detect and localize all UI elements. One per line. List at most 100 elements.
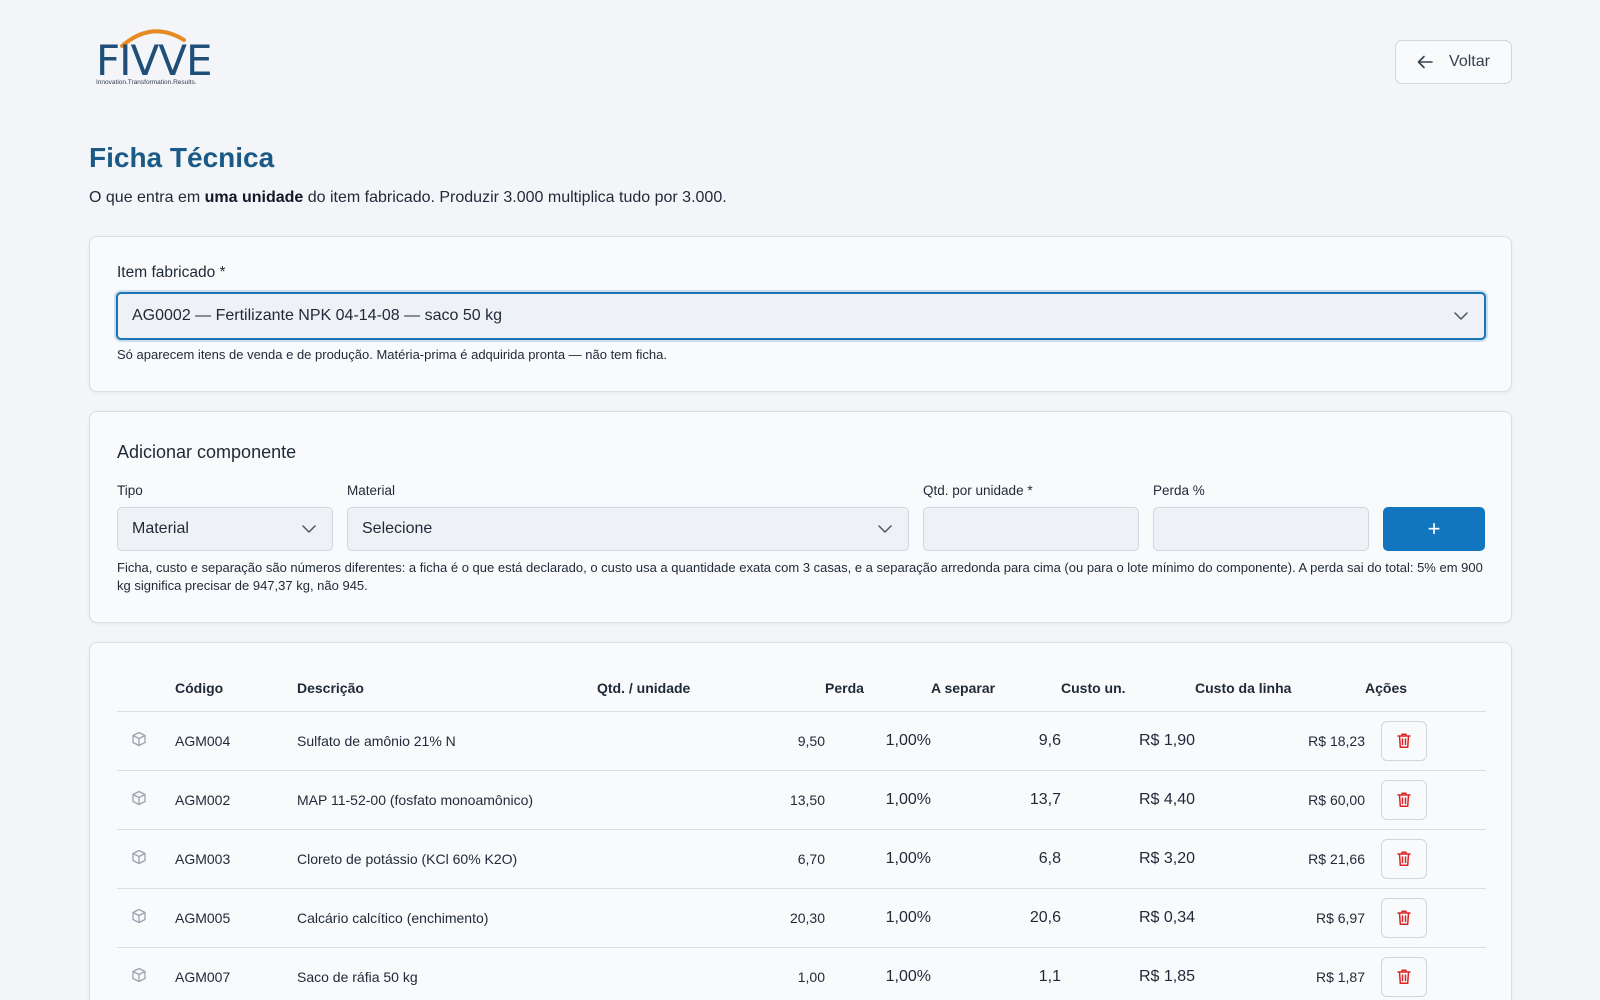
page-title: Ficha Técnica [89, 142, 275, 173]
cell-custo-linha: R$ 60,00 [1195, 770, 1365, 830]
delete-row-button[interactable] [1381, 956, 1427, 997]
chevron-down-icon [1454, 312, 1468, 320]
cell-qtd: 6,70 [597, 829, 825, 889]
cell-perda: 1,00% [825, 711, 931, 771]
logo-text: FIVVE [96, 36, 213, 85]
cell-separar: 9,6 [931, 711, 1061, 771]
cell-custo-linha: R$ 6,97 [1195, 888, 1365, 948]
col-icon [117, 665, 175, 712]
tipo-label: Tipo [117, 483, 143, 498]
item-select-card: Item fabricado * AG0002 — Fertilizante N… [89, 236, 1512, 392]
cell-codigo: AGM002 [175, 770, 297, 830]
cell-custo-linha: R$ 21,66 [1195, 829, 1365, 889]
cell-acoes [1365, 829, 1486, 889]
col-custo-linha[interactable]: Custo da linha [1195, 665, 1365, 712]
cell-qtd: 13,50 [597, 770, 825, 830]
chevron-down-icon [878, 525, 892, 533]
add-component-button[interactable]: + [1383, 507, 1485, 551]
cell-separar: 6,8 [931, 829, 1061, 889]
material-select[interactable]: Selecione [347, 507, 909, 551]
cell-separar: 1,1 [931, 947, 1061, 1000]
cell-custo-un: R$ 1,90 [1061, 711, 1195, 771]
add-component-card: Adicionar componente Tipo Material Mater… [89, 411, 1512, 623]
trash-icon [1396, 791, 1412, 808]
table-header-row: Código Descrição Qtd. / unidade Perda A … [117, 665, 1486, 712]
cell-custo-un: R$ 1,85 [1061, 947, 1195, 1000]
components-table: Código Descrição Qtd. / unidade Perda A … [117, 665, 1486, 1000]
table-row[interactable]: AGM004 Sulfato de amônio 21% N 9,50 1,00% 9,… [117, 711, 1486, 771]
item-select-label: Item fabricado * [117, 264, 226, 281]
delete-row-button[interactable] [1381, 720, 1427, 761]
cell-descricao: Cloreto de potássio (KCl 60% K2O) [297, 829, 597, 889]
cell-perda: 1,00% [825, 829, 931, 889]
material-label: Material [347, 483, 396, 498]
col-codigo[interactable]: Código [175, 665, 297, 712]
box-icon [131, 790, 147, 809]
perda-label: Perda % [1153, 483, 1205, 498]
trash-icon [1396, 850, 1412, 867]
qtd-input[interactable] [923, 507, 1139, 551]
cell-acoes [1365, 711, 1486, 771]
cell-codigo: AGM004 [175, 711, 297, 771]
cell-descricao: Sulfato de amônio 21% N [297, 711, 597, 771]
trash-icon [1396, 732, 1412, 749]
table-row[interactable]: AGM003 Cloreto de potássio (KCl 60% K2O) 6… [117, 829, 1486, 889]
brand-logo: FIVVE Innovation.Transformation.Results. [94, 26, 214, 90]
tipo-select[interactable]: Material [117, 507, 333, 551]
cell-custo-linha: R$ 1,87 [1195, 947, 1365, 1000]
cell-acoes [1365, 947, 1486, 1000]
box-icon [131, 908, 147, 927]
chevron-down-icon [302, 525, 316, 533]
cell-codigo: AGM003 [175, 829, 297, 889]
cell-perda: 1,00% [825, 947, 931, 1000]
delete-row-button[interactable] [1381, 838, 1427, 879]
item-select-hint: Só aparecem itens de venda e de produção… [117, 347, 667, 362]
col-perda[interactable]: Perda [825, 665, 931, 712]
cell-qtd: 9,50 [597, 711, 825, 771]
box-icon [131, 967, 147, 986]
page-subtitle: O que entra em uma unidade do item fabri… [89, 189, 727, 206]
delete-row-button[interactable] [1381, 779, 1427, 820]
back-button[interactable]: Voltar [1395, 40, 1512, 84]
cell-perda: 1,00% [825, 888, 931, 948]
back-button-label: Voltar [1449, 53, 1490, 70]
cell-perda: 1,00% [825, 770, 931, 830]
delete-row-button[interactable] [1381, 897, 1427, 938]
item-select[interactable]: AG0002 — Fertilizante NPK 04-14-08 — sac… [116, 292, 1486, 340]
cell-separar: 20,6 [931, 888, 1061, 948]
cell-custo-un: R$ 3,20 [1061, 829, 1195, 889]
cell-qtd: 20,30 [597, 888, 825, 948]
perda-input[interactable] [1153, 507, 1369, 551]
subtitle-emphasis: uma unidade [204, 189, 304, 206]
col-acoes: Ações [1365, 665, 1486, 712]
cell-separar: 13,7 [931, 770, 1061, 830]
table-row[interactable]: AGM007 Saco de ráfia 50 kg 1,00 1,00% 1,1 R$ … [117, 947, 1486, 1000]
qtd-label: Qtd. por unidade * [923, 483, 1033, 498]
col-qtd[interactable]: Qtd. / unidade [597, 665, 825, 712]
table-row[interactable]: AGM002 MAP 11-52-00 (fosfato monoamônico)… [117, 770, 1486, 830]
components-table-card: Código Descrição Qtd. / unidade Perda A … [89, 642, 1512, 1000]
table-row[interactable]: AGM005 Calcário calcítico (enchimento) 20,… [117, 888, 1486, 948]
cell-descricao: MAP 11-52-00 (fosfato monoamônico) [297, 770, 597, 830]
trash-icon [1396, 968, 1412, 985]
cell-codigo: AGM005 [175, 888, 297, 948]
cell-acoes [1365, 888, 1486, 948]
box-icon [131, 849, 147, 868]
cell-acoes [1365, 770, 1486, 830]
logo-tagline: Innovation.Transformation.Results. [96, 79, 197, 86]
item-select-value: AG0002 — Fertilizante NPK 04-14-08 — sac… [132, 307, 502, 324]
box-icon [131, 731, 147, 750]
cell-custo-un: R$ 0,34 [1061, 888, 1195, 948]
cell-descricao: Calcário calcítico (enchimento) [297, 888, 597, 948]
col-separar[interactable]: A separar [931, 665, 1061, 712]
col-custo-un[interactable]: Custo un. [1061, 665, 1195, 712]
material-select-value: Selecione [362, 520, 433, 537]
tipo-select-value: Material [132, 520, 189, 537]
cell-custo-linha: R$ 18,23 [1195, 711, 1365, 771]
trash-icon [1396, 909, 1412, 926]
add-component-title: Adicionar componente [117, 442, 297, 462]
cell-descricao: Saco de ráfia 50 kg [297, 947, 597, 1000]
col-descricao[interactable]: Descrição [297, 665, 597, 712]
cell-custo-un: R$ 4,40 [1061, 770, 1195, 830]
cell-qtd: 1,00 [597, 947, 825, 1000]
